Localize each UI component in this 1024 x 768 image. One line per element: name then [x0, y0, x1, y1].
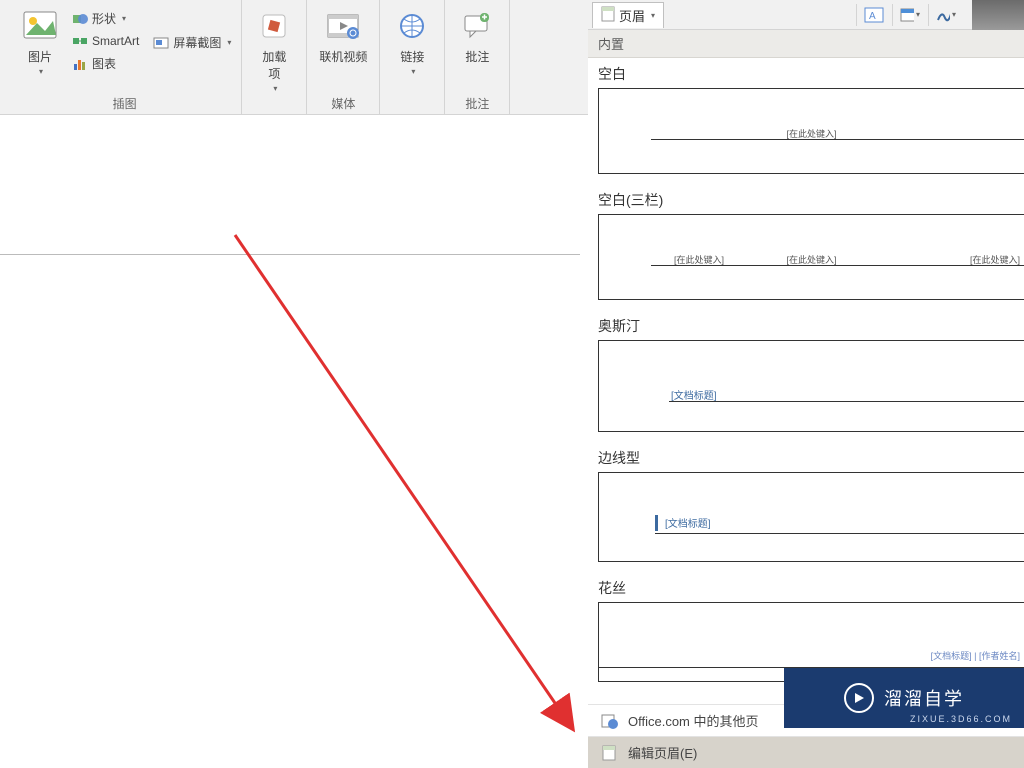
shapes-icon — [72, 11, 88, 27]
links-label: 链接 — [400, 48, 424, 65]
chevron-down-icon: ▾ — [651, 11, 655, 20]
chevron-down-icon: ▾ — [916, 10, 920, 19]
header-dropdown-toggle[interactable]: 页眉 ▾ — [592, 2, 664, 28]
chevron-down-icon: ▾ — [227, 38, 231, 47]
placeholder-text: [文档标题] | [作者姓名] — [931, 649, 1020, 662]
signature-button[interactable]: ▾ — [928, 4, 956, 26]
background-photo-strip — [972, 0, 1024, 30]
comment-button[interactable]: 批注 — [451, 4, 503, 67]
template-name-austin: 奥斯汀 — [588, 314, 1024, 340]
template-name-flower: 花丝 — [588, 576, 1024, 602]
comment-label: 批注 — [465, 48, 489, 65]
watermark-url: ZIXUE.3D66.COM — [910, 714, 1012, 724]
addins-icon — [254, 6, 294, 46]
group-media: 联机视频 媒体 — [307, 0, 380, 114]
shapes-button[interactable]: 形状 ▾ — [68, 8, 143, 29]
header-footer-toolbar: 页眉 ▾ A ▾ ▾ Ω — [588, 0, 1024, 30]
chart-button[interactable]: 图表 — [68, 53, 143, 74]
header-dropdown-panel: 页眉 ▾ A ▾ ▾ Ω 内置 空白 [在此处键入] 空白(三栏) [在此处键入… — [588, 0, 1024, 768]
textbox-button[interactable]: A — [856, 4, 884, 26]
watermark-text: 溜溜自学 — [884, 685, 964, 711]
smartart-label: SmartArt — [92, 34, 139, 48]
screenshot-label: 屏幕截图 — [173, 34, 221, 51]
preview-rule — [669, 401, 1024, 402]
play-icon — [844, 683, 874, 713]
picture-icon — [20, 6, 60, 46]
chevron-down-icon: ▾ — [952, 10, 956, 19]
template-preview-blank3[interactable]: [在此处键入] [在此处键入] [在此处键入] — [598, 214, 1024, 300]
video-icon — [323, 6, 363, 46]
chart-label: 图表 — [92, 55, 116, 72]
group-label: 媒体 — [331, 95, 355, 112]
gallery-section-header: 内置 — [588, 30, 1024, 58]
group-addins: 加载 项 ▾ — [242, 0, 307, 114]
links-button[interactable]: 链接 ▾ — [386, 4, 438, 78]
group-illustrations: 图片 ▾ 形状 ▾ SmartArt — [0, 0, 242, 114]
office-online-icon — [600, 712, 618, 730]
preview-rule — [651, 139, 1024, 140]
template-preview-blank[interactable]: [在此处键入] — [598, 88, 1024, 174]
quickparts-button[interactable]: ▾ — [892, 4, 920, 26]
group-label: 插图 — [113, 95, 137, 112]
header-gallery: 空白 [在此处键入] 空白(三栏) [在此处键入] [在此处键入] [在此处键入… — [588, 58, 1024, 682]
group-links: 链接 ▾ — [380, 0, 445, 114]
preview-rule — [655, 533, 1024, 534]
online-video-button[interactable]: 联机视频 — [313, 4, 373, 67]
shapes-label: 形状 — [92, 10, 116, 27]
page-edge — [0, 135, 580, 255]
picture-button[interactable]: 图片 ▾ — [14, 4, 66, 78]
video-label: 联机视频 — [319, 48, 367, 65]
chevron-down-icon: ▾ — [273, 84, 277, 93]
group-label — [273, 98, 276, 112]
addins-label: 加载 项 — [262, 48, 286, 82]
more-online-label: Office.com 中的其他页 — [628, 711, 759, 730]
template-name-blank: 空白 — [588, 62, 1024, 88]
header-label: 页眉 — [619, 6, 645, 25]
edit-header-menuitem[interactable]: 编辑页眉(E) — [588, 736, 1024, 768]
smartart-button[interactable]: SmartArt — [68, 31, 143, 51]
template-name-border: 边线型 — [588, 446, 1024, 472]
template-preview-border[interactable]: [文档标题] — [598, 472, 1024, 562]
group-label — [411, 98, 414, 112]
screenshot-button[interactable]: 屏幕截图 ▾ — [149, 32, 235, 53]
svg-text:A: A — [869, 11, 876, 22]
watermark-logo: 溜溜自学 ZIXUE.3D66.COM — [784, 668, 1024, 728]
placeholder-text: [文档标题] — [671, 387, 717, 402]
chevron-down-icon: ▾ — [122, 14, 126, 23]
accent-bar — [655, 515, 658, 531]
chevron-down-icon: ▾ — [39, 67, 43, 76]
placeholder-text: [文档标题] — [665, 515, 711, 530]
template-preview-austin[interactable]: [文档标题] — [598, 340, 1024, 432]
smartart-icon — [72, 33, 88, 49]
group-label: 批注 — [465, 95, 489, 112]
edit-header-label: 编辑页眉(E) — [628, 743, 697, 762]
page-edge — [0, 270, 580, 690]
comment-icon — [457, 6, 497, 46]
chart-icon — [72, 56, 88, 72]
page-icon — [601, 6, 615, 25]
template-name-blank3: 空白(三栏) — [588, 188, 1024, 214]
preview-rule — [651, 265, 1024, 266]
page-icon — [600, 744, 618, 762]
screenshot-icon — [153, 35, 169, 51]
chevron-down-icon: ▾ — [411, 67, 415, 76]
addins-button[interactable]: 加载 项 ▾ — [248, 4, 300, 95]
picture-label: 图片 — [28, 48, 52, 65]
group-comments: 批注 批注 — [445, 0, 510, 114]
link-icon — [392, 6, 432, 46]
